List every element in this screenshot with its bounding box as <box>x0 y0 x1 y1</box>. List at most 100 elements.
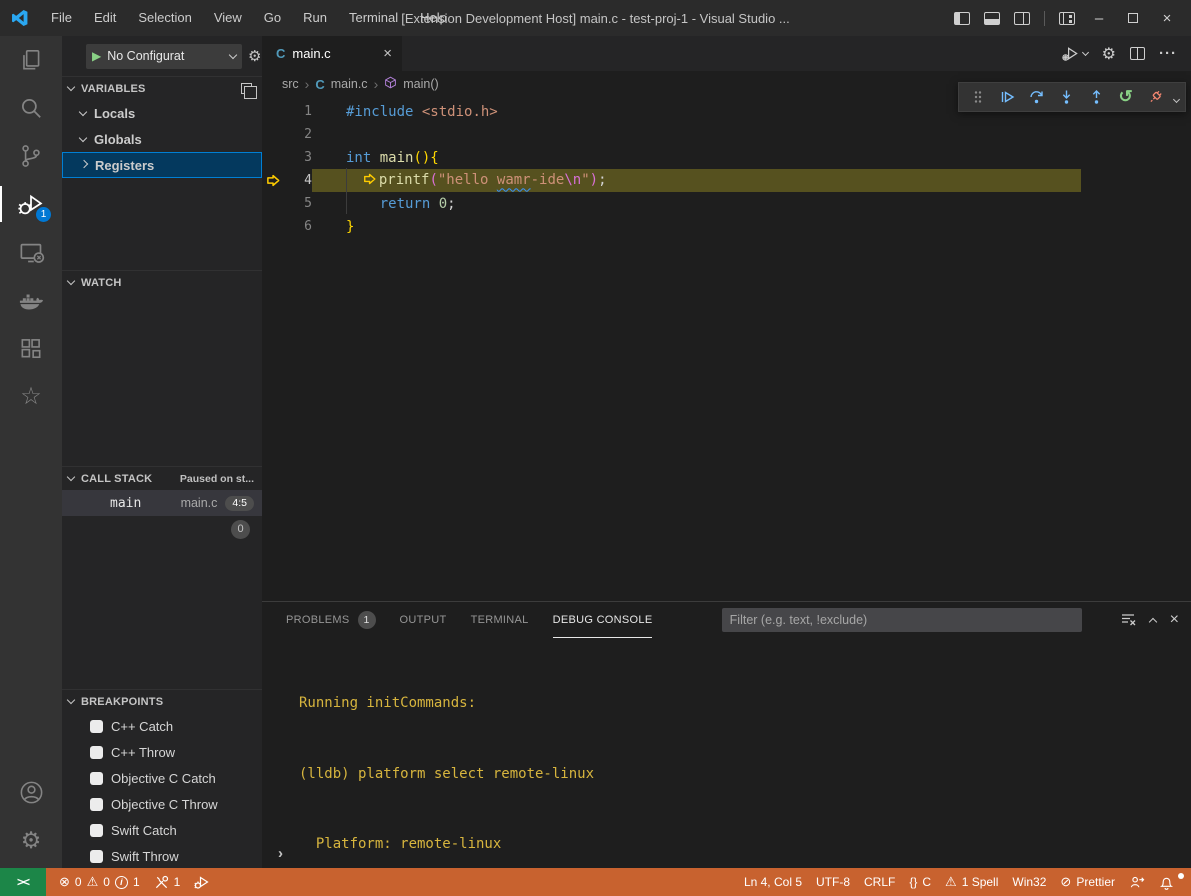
feedback-button[interactable] <box>1122 875 1152 890</box>
close-panel-icon[interactable]: × <box>1170 611 1179 629</box>
account-button[interactable] <box>0 768 62 816</box>
breakpoint-row[interactable]: Objective C Throw <box>62 791 262 817</box>
line-number[interactable]: 4 <box>286 173 312 188</box>
breadcrumb-symbol[interactable]: main() <box>403 77 438 91</box>
menu-edit[interactable]: Edit <box>83 0 127 36</box>
start-debug-icon[interactable]: ▶ <box>92 49 101 63</box>
line-number[interactable]: 3 <box>286 150 312 165</box>
code-line[interactable]: 5 return 0; <box>262 192 1191 215</box>
run-or-debug-button[interactable] <box>1061 45 1088 62</box>
breakpoint-row[interactable]: C++ Throw <box>62 739 262 765</box>
clear-console-icon[interactable] <box>1120 611 1136 630</box>
menu-terminal[interactable]: Terminal <box>338 0 409 36</box>
breakpoint-row[interactable]: Objective C Catch <box>62 765 262 791</box>
tab-problems[interactable]: PROBLEMS 1 <box>286 602 376 638</box>
breakpoint-gutter[interactable] <box>262 100 286 123</box>
remote-indicator[interactable]: >< <box>0 868 46 896</box>
breakpoint-gutter[interactable] <box>262 169 286 192</box>
variables-item-registers[interactable]: Registers <box>62 152 262 178</box>
customize-layout-icon[interactable] <box>1059 12 1075 25</box>
configure-gear-icon[interactable]: ⚙ <box>248 47 261 65</box>
activity-search[interactable] <box>0 84 62 132</box>
notifications-button[interactable] <box>1152 875 1181 890</box>
breakpoint-row[interactable]: Swift Catch <box>62 817 262 843</box>
maximize-panel-icon[interactable] <box>1150 613 1156 628</box>
maximize-button[interactable] <box>1123 10 1143 27</box>
close-tab-icon[interactable]: × <box>383 45 392 62</box>
variables-item-globals[interactable]: Globals <box>62 126 262 152</box>
checkbox[interactable] <box>90 798 103 811</box>
debug-status[interactable] <box>187 874 217 890</box>
menu-selection[interactable]: Selection <box>127 0 202 36</box>
toggle-secondary-sidebar-icon[interactable] <box>1014 12 1030 25</box>
breadcrumb-file[interactable]: main.c <box>331 77 368 91</box>
watch-header[interactable]: WATCH <box>62 270 262 294</box>
breakpoints-header[interactable]: BREAKPOINTS <box>62 689 262 713</box>
activity-run-debug[interactable]: 1 <box>0 180 62 228</box>
toolbar-grip[interactable] <box>965 84 991 110</box>
checkbox[interactable] <box>90 746 103 759</box>
tools-status[interactable]: 1 <box>147 875 188 890</box>
close-button[interactable]: × <box>1157 10 1177 27</box>
activity-explorer[interactable] <box>0 36 62 84</box>
call-stack-header[interactable]: CALL STACK Paused on st... <box>62 466 262 490</box>
step-over-button[interactable] <box>1024 84 1050 110</box>
variables-header[interactable]: VARIABLES <box>62 76 262 100</box>
launch-config-dropdown[interactable]: ▶ No Configurat <box>86 44 242 69</box>
code-line[interactable]: 6 } <box>262 215 1191 238</box>
toolbar-chevron-icon[interactable] <box>1174 90 1179 105</box>
step-out-button[interactable] <box>1083 84 1109 110</box>
activity-remote-explorer[interactable] <box>0 228 62 276</box>
checkbox[interactable] <box>90 824 103 837</box>
disconnect-button[interactable] <box>1142 84 1168 110</box>
settings-button[interactable]: ⚙ <box>0 816 62 864</box>
stack-frame-row[interactable]: main main.c 4:5 <box>62 490 262 516</box>
toggle-panel-icon[interactable] <box>984 12 1000 25</box>
formatter-status[interactable]: ⊘ Prettier <box>1053 874 1122 890</box>
continue-button[interactable] <box>995 84 1021 110</box>
breakpoint-row[interactable]: C++ Catch <box>62 713 262 739</box>
tab-debug-console[interactable]: DEBUG CONSOLE <box>553 602 653 638</box>
eol-selector[interactable]: CRLF <box>857 875 902 889</box>
breakpoint-gutter[interactable] <box>262 123 286 146</box>
breakpoint-gutter[interactable] <box>262 192 286 215</box>
checkbox[interactable] <box>90 850 103 863</box>
toggle-primary-sidebar-icon[interactable] <box>954 12 970 25</box>
menu-go[interactable]: Go <box>253 0 292 36</box>
menu-file[interactable]: File <box>40 0 83 36</box>
activity-favorites[interactable]: ☆ <box>0 372 62 420</box>
checkbox[interactable] <box>90 772 103 785</box>
code-line[interactable]: 3 int main(){ <box>262 146 1191 169</box>
spell-checker-status[interactable]: ⚠ 1 Spell <box>938 874 1005 890</box>
encoding[interactable]: UTF-8 <box>809 875 857 889</box>
line-number[interactable]: 1 <box>286 104 312 119</box>
line-number[interactable]: 5 <box>286 196 312 211</box>
activity-extensions[interactable] <box>0 324 62 372</box>
code-editor[interactable]: 1 #include <stdio.h> 2 3 int main(){ <box>262 97 1191 601</box>
more-actions-icon[interactable]: ··· <box>1159 45 1177 62</box>
breakpoint-gutter[interactable] <box>262 215 286 238</box>
console-input-chevron-icon[interactable]: › <box>278 845 283 862</box>
variables-item-locals[interactable]: Locals <box>62 100 262 126</box>
code-line[interactable]: 2 <box>262 123 1191 146</box>
platform-target[interactable]: Win32 <box>1005 875 1053 889</box>
activity-source-control[interactable] <box>0 132 62 180</box>
split-editor-icon[interactable] <box>1130 47 1145 60</box>
line-number[interactable]: 6 <box>286 219 312 234</box>
tab-main-c[interactable]: C main.c × <box>262 36 402 71</box>
editor-gear-icon[interactable]: ⚙ <box>1102 44 1116 64</box>
cursor-position[interactable]: Ln 4, Col 5 <box>737 875 809 889</box>
console-filter-input[interactable] <box>722 608 1082 632</box>
menu-run[interactable]: Run <box>292 0 338 36</box>
problems-status[interactable]: ⊗0 ⚠0 i1 <box>52 874 147 890</box>
code-line-stopped[interactable]: 4 printf("hello wamr-ide\n"); <box>262 169 1191 192</box>
thread-row[interactable]: 0 <box>62 516 262 542</box>
line-number[interactable]: 2 <box>286 127 312 142</box>
breakpoint-row[interactable]: Swift Throw <box>62 843 262 869</box>
checkbox[interactable] <box>90 720 103 733</box>
minimize-button[interactable]: – <box>1089 10 1109 27</box>
menu-view[interactable]: View <box>203 0 253 36</box>
language-mode[interactable]: {} C <box>902 875 938 889</box>
step-into-button[interactable] <box>1054 84 1080 110</box>
breadcrumb-folder[interactable]: src <box>282 77 299 91</box>
